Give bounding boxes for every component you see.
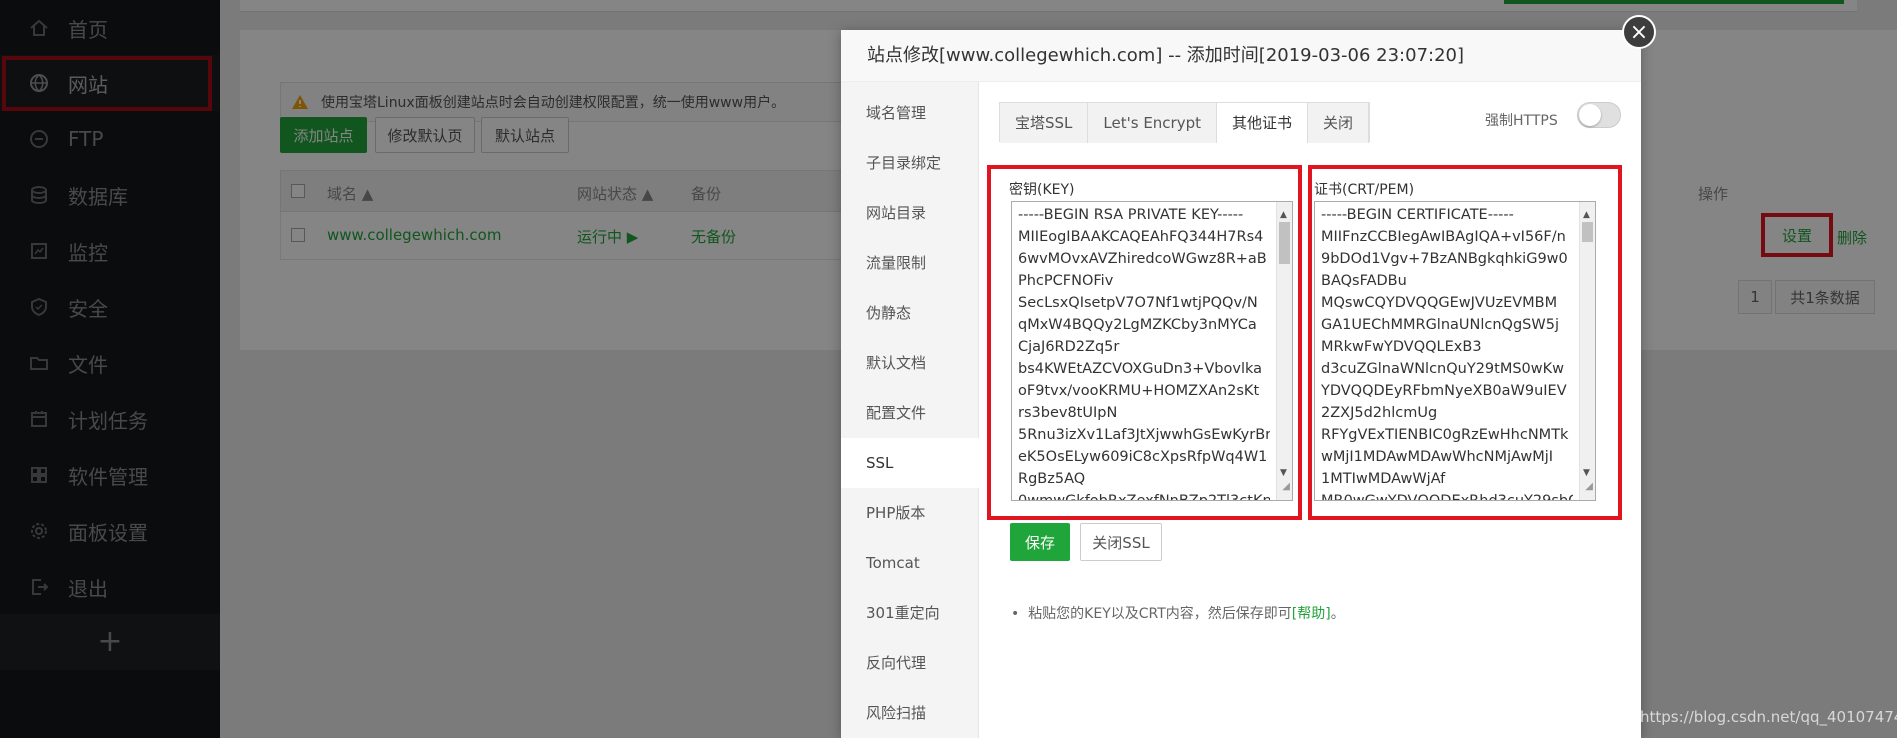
textarea-line: RFYgVExTIENBIC0gRzEwHhcNMTk — [1321, 427, 1569, 443]
scrollbar[interactable]: ▲ ▼ — [1276, 202, 1292, 500]
modal-nav-item[interactable]: 伪静态 — [841, 288, 979, 338]
textarea-line: SecLsxQIsetpV7O7Nf1wtjPQQv/N — [1018, 295, 1258, 311]
watermark: https://blog.csdn.net/qq_40107474 — [1640, 708, 1897, 726]
modal-nav-item[interactable]: 默认文档 — [841, 338, 979, 388]
textarea-line: 1MTIwMDAwWjAf — [1321, 471, 1446, 487]
scrollbar[interactable]: ▲ ▼ — [1579, 202, 1595, 500]
close-icon[interactable]: × — [1622, 15, 1656, 49]
key-textarea[interactable]: -----BEGIN RSA PRIVATE KEY----- MIIEogIBA… — [1011, 201, 1293, 501]
modal-nav-item[interactable]: 风险扫描 — [841, 688, 979, 738]
tab-other-cert[interactable]: 其他证书 — [1217, 103, 1309, 143]
textarea-line: d3cuZGlnaWNlcnQuY29tMS0wKw — [1321, 361, 1565, 377]
textarea-line: -----BEGIN RSA PRIVATE KEY----- — [1018, 207, 1244, 223]
textarea-line: MIIFnzCCBIegAwIBAgIQA+vI56F/n — [1321, 229, 1566, 245]
modal-nav: 域名管理 子目录绑定 网站目录 流量限制 伪静态 默认文档 配置文件 SSL P… — [841, 82, 980, 738]
cert-textarea[interactable]: -----BEGIN CERTIFICATE----- MIIFnzCCBIegA… — [1314, 201, 1596, 501]
textarea-line: wMjI1MDAwMDAwWhcNMjAwMjI — [1321, 449, 1554, 465]
textarea-line: 0wmwGkfobRxZexfNnBZp2Tl3ctKnl — [1018, 493, 1270, 501]
modal-nav-item[interactable]: Tomcat — [841, 538, 979, 588]
site-edit-modal: 站点修改[www.collegewhich.com] -- 添加时间[2019-… — [841, 30, 1641, 738]
cert-label: 证书(CRT/PEM) — [1314, 182, 1415, 198]
ssl-tip: • 粘贴您的KEY以及CRT内容，然后保存即可[帮助]。 — [1011, 603, 1345, 623]
tab-close[interactable]: 关闭 — [1308, 103, 1370, 143]
textarea-line: bs4KWEtAZCVOXGuDn3+Vbovlka — [1018, 361, 1263, 377]
force-https-label: 强制HTTPS — [1485, 113, 1558, 129]
textarea-line: eK5OsELyw609iC8cXpsRfpWq4W1 — [1018, 449, 1268, 465]
textarea-line: GA1UEChMMRGlnaUNlcnQgSW5j — [1321, 317, 1559, 333]
resize-grip-icon[interactable]: ◢ — [1282, 476, 1290, 498]
textarea-line: oF9tvx/vooKRMU+HOMZXAn2sKt — [1018, 383, 1260, 399]
help-link[interactable]: [帮助] — [1292, 606, 1331, 622]
modal-nav-item[interactable]: 反向代理 — [841, 638, 979, 688]
force-https-toggle[interactable] — [1577, 102, 1621, 128]
key-label: 密钥(KEY) — [1009, 182, 1075, 198]
tab-baota-ssl[interactable]: 宝塔SSL — [1000, 103, 1089, 143]
textarea-line: qMxW4BQQy2LgMZKCby3nMYCa — [1018, 317, 1257, 333]
textarea-line: RgBz5AQ — [1018, 471, 1086, 487]
modal-nav-item[interactable]: 域名管理 — [841, 88, 979, 138]
save-button[interactable]: 保存 — [1010, 523, 1070, 561]
tip-text: 粘贴您的KEY以及CRT内容，然后保存即可 — [1028, 606, 1292, 622]
textarea-line: MIIEogIBAAKCAQEAhFQ344H7Rs4 — [1018, 229, 1264, 245]
textarea-line: MQswCQYDVQQGEwJVUzEVMBM — [1321, 295, 1558, 311]
modal-nav-item[interactable]: 配置文件 — [841, 388, 979, 438]
bullet-icon: • — [1011, 606, 1029, 622]
textarea-line: 6wvMOvxAVZhiredcoWGwz8R+aB — [1018, 251, 1267, 267]
textarea-line: MRkwFwYDVQQLExB3 — [1321, 339, 1482, 355]
modal-title: 站点修改[www.collegewhich.com] -- 添加时间[2019-… — [841, 30, 1641, 82]
textarea-line: 2ZXJ5d2hlcmUg — [1321, 405, 1438, 421]
textarea-line: PhcPCFNOFiv — [1018, 273, 1114, 289]
textarea-line: rs3bev8tUIpN — [1018, 405, 1118, 421]
textarea-line: -----BEGIN CERTIFICATE----- — [1321, 207, 1514, 223]
close-ssl-button[interactable]: 关闭SSL — [1080, 523, 1162, 561]
textarea-line: BAQsFADBu — [1321, 273, 1407, 289]
scroll-thumb[interactable] — [1582, 222, 1593, 242]
textarea-line: CjaJ6RD2Zq5r — [1018, 339, 1120, 355]
modal-nav-item[interactable]: 301重定向 — [841, 588, 979, 638]
textarea-line: 5Rnu3izXv1Laf3JtXjwwhGsEwKyrBr — [1018, 427, 1270, 443]
cert-section: 证书(CRT/PEM) -----BEGIN CERTIFICATE----- M… — [1308, 165, 1622, 520]
modal-nav-item-ssl[interactable]: SSL — [841, 438, 980, 488]
resize-grip-icon[interactable]: ◢ — [1585, 476, 1593, 498]
modal-nav-item[interactable]: 流量限制 — [841, 238, 979, 288]
scroll-thumb[interactable] — [1279, 222, 1290, 264]
tab-lets-encrypt[interactable]: Let's Encrypt — [1088, 103, 1217, 143]
ssl-tabs: 宝塔SSL Let's Encrypt 其他证书 关闭 — [999, 102, 1371, 143]
textarea-line: YDVQQDEyRFbmNyeXB0aW9uIEV — [1321, 383, 1567, 399]
textarea-line: MR0wGwYDVQQDExRhd3cuY29sbG — [1321, 493, 1573, 501]
modal-nav-item[interactable]: 子目录绑定 — [841, 138, 979, 188]
modal-nav-item[interactable]: PHP版本 — [841, 488, 979, 538]
toggle-knob — [1579, 104, 1601, 126]
textarea-line: 9bDOd1Vgv+7BzANBgkqhkiG9w0 — [1321, 251, 1568, 267]
key-section: 密钥(KEY) -----BEGIN RSA PRIVATE KEY----- M… — [987, 165, 1302, 520]
tip-suffix: 。 — [1330, 606, 1345, 622]
modal-nav-item[interactable]: 网站目录 — [841, 188, 979, 238]
